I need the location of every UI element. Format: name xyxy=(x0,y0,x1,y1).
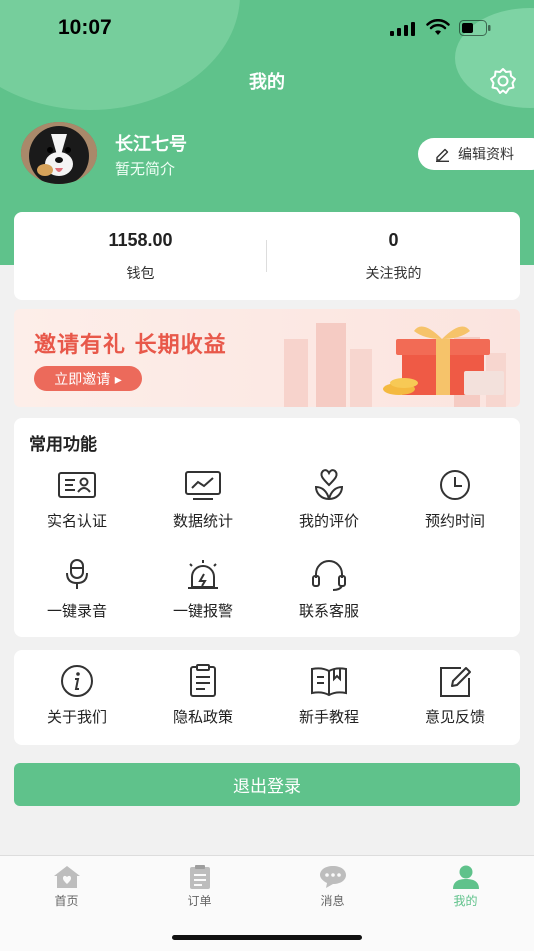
settings-gear-icon[interactable] xyxy=(489,67,517,95)
privacy-policy-item[interactable]: 隐私政策 xyxy=(140,664,266,727)
one-key-alarm-item[interactable]: 一键报警 xyxy=(140,558,266,621)
user-bio: 暂无简介 xyxy=(115,160,176,178)
section-title: 常用功能 xyxy=(29,435,97,455)
item-label: 新手教程 xyxy=(298,708,359,726)
flower-heart-icon xyxy=(314,469,344,501)
home-indicator xyxy=(172,935,362,940)
contact-support-item[interactable]: 联系客服 xyxy=(266,558,392,621)
item-label: 一键录音 xyxy=(46,602,107,620)
status-time: 10:07 xyxy=(58,16,112,39)
invite-now-button[interactable]: 立即邀请 ▸ xyxy=(34,366,142,391)
edit-profile-button[interactable]: 编辑资料 xyxy=(418,138,534,170)
home-icon xyxy=(53,866,80,888)
tab-label: 我的 xyxy=(453,894,478,908)
item-label: 预约时间 xyxy=(424,512,485,530)
pencil-icon xyxy=(436,148,449,162)
user-icon xyxy=(452,865,479,889)
gift-city-illustration xyxy=(284,323,506,407)
wallet-stat[interactable]: 1158.00 钱包 xyxy=(14,230,267,283)
item-label: 关于我们 xyxy=(46,708,107,726)
item-label: 隐私政策 xyxy=(172,708,233,726)
item-label: 实名认证 xyxy=(46,512,107,530)
banner-title: 邀请有礼 长期收益 xyxy=(34,333,227,358)
followers-label: 关注我的 xyxy=(365,266,422,282)
page-title: 我的 xyxy=(249,72,285,93)
wallet-label: 钱包 xyxy=(126,266,155,282)
dog-photo xyxy=(21,122,97,184)
order-icon xyxy=(189,865,210,889)
battery-icon xyxy=(459,20,491,36)
tab-mine[interactable]: 我的 xyxy=(399,864,532,909)
item-label: 数据统计 xyxy=(172,512,233,530)
headset-icon xyxy=(312,560,346,591)
wifi-icon xyxy=(426,19,450,35)
avatar[interactable] xyxy=(21,122,97,184)
book-icon xyxy=(311,667,347,697)
more-functions-card: 关于我们 隐私政策 新手教程 意见反馈 xyxy=(14,650,520,745)
feedback-item[interactable]: 意见反馈 xyxy=(392,664,518,727)
signal-icon xyxy=(390,22,415,36)
stats-card: 1158.00 钱包 0 关注我的 xyxy=(14,212,520,300)
tab-label: 首页 xyxy=(54,894,79,908)
microphone-icon xyxy=(66,559,88,589)
clock-icon xyxy=(440,470,470,500)
id-card-icon xyxy=(58,472,96,498)
alarm-icon xyxy=(188,560,218,589)
edit-icon xyxy=(440,667,471,697)
appointment-time-item[interactable]: 预约时间 xyxy=(392,468,518,531)
followers-stat[interactable]: 0 关注我的 xyxy=(267,230,520,283)
my-reviews-item[interactable]: 我的评价 xyxy=(266,468,392,531)
tab-label: 订单 xyxy=(187,894,212,908)
clipboard-icon xyxy=(190,664,216,697)
item-label: 我的评价 xyxy=(298,512,359,530)
status-bar: 10:07 xyxy=(0,0,534,58)
item-label: 联系客服 xyxy=(298,602,359,620)
common-functions-card: 常用功能 实名认证 数据统计 我的评价 预约时间 一键录音 一键报警 联系客服 xyxy=(14,418,520,637)
chart-monitor-icon xyxy=(185,471,221,500)
item-label: 意见反馈 xyxy=(424,708,485,726)
one-key-record-item[interactable]: 一键录音 xyxy=(14,558,140,621)
about-us-item[interactable]: 关于我们 xyxy=(14,664,140,727)
tab-home[interactable]: 首页 xyxy=(0,864,133,909)
item-label: 一键报警 xyxy=(172,602,233,620)
tab-messages[interactable]: 消息 xyxy=(266,864,399,909)
real-name-auth-item[interactable]: 实名认证 xyxy=(14,468,140,531)
followers-value: 0 xyxy=(388,230,399,250)
beginner-tutorial-item[interactable]: 新手教程 xyxy=(266,664,392,727)
invite-banner[interactable]: 邀请有礼 长期收益 立即邀请 ▸ xyxy=(14,309,520,407)
data-stats-item[interactable]: 数据统计 xyxy=(140,468,266,531)
info-icon xyxy=(61,665,93,697)
wallet-value: 1158.00 xyxy=(108,230,173,250)
tab-orders[interactable]: 订单 xyxy=(133,864,266,909)
edit-profile-label: 编辑资料 xyxy=(458,147,514,163)
logout-button[interactable]: 退出登录 xyxy=(14,763,520,806)
tab-label: 消息 xyxy=(320,894,345,908)
message-icon xyxy=(319,866,346,888)
user-name: 长江七号 xyxy=(115,134,187,155)
